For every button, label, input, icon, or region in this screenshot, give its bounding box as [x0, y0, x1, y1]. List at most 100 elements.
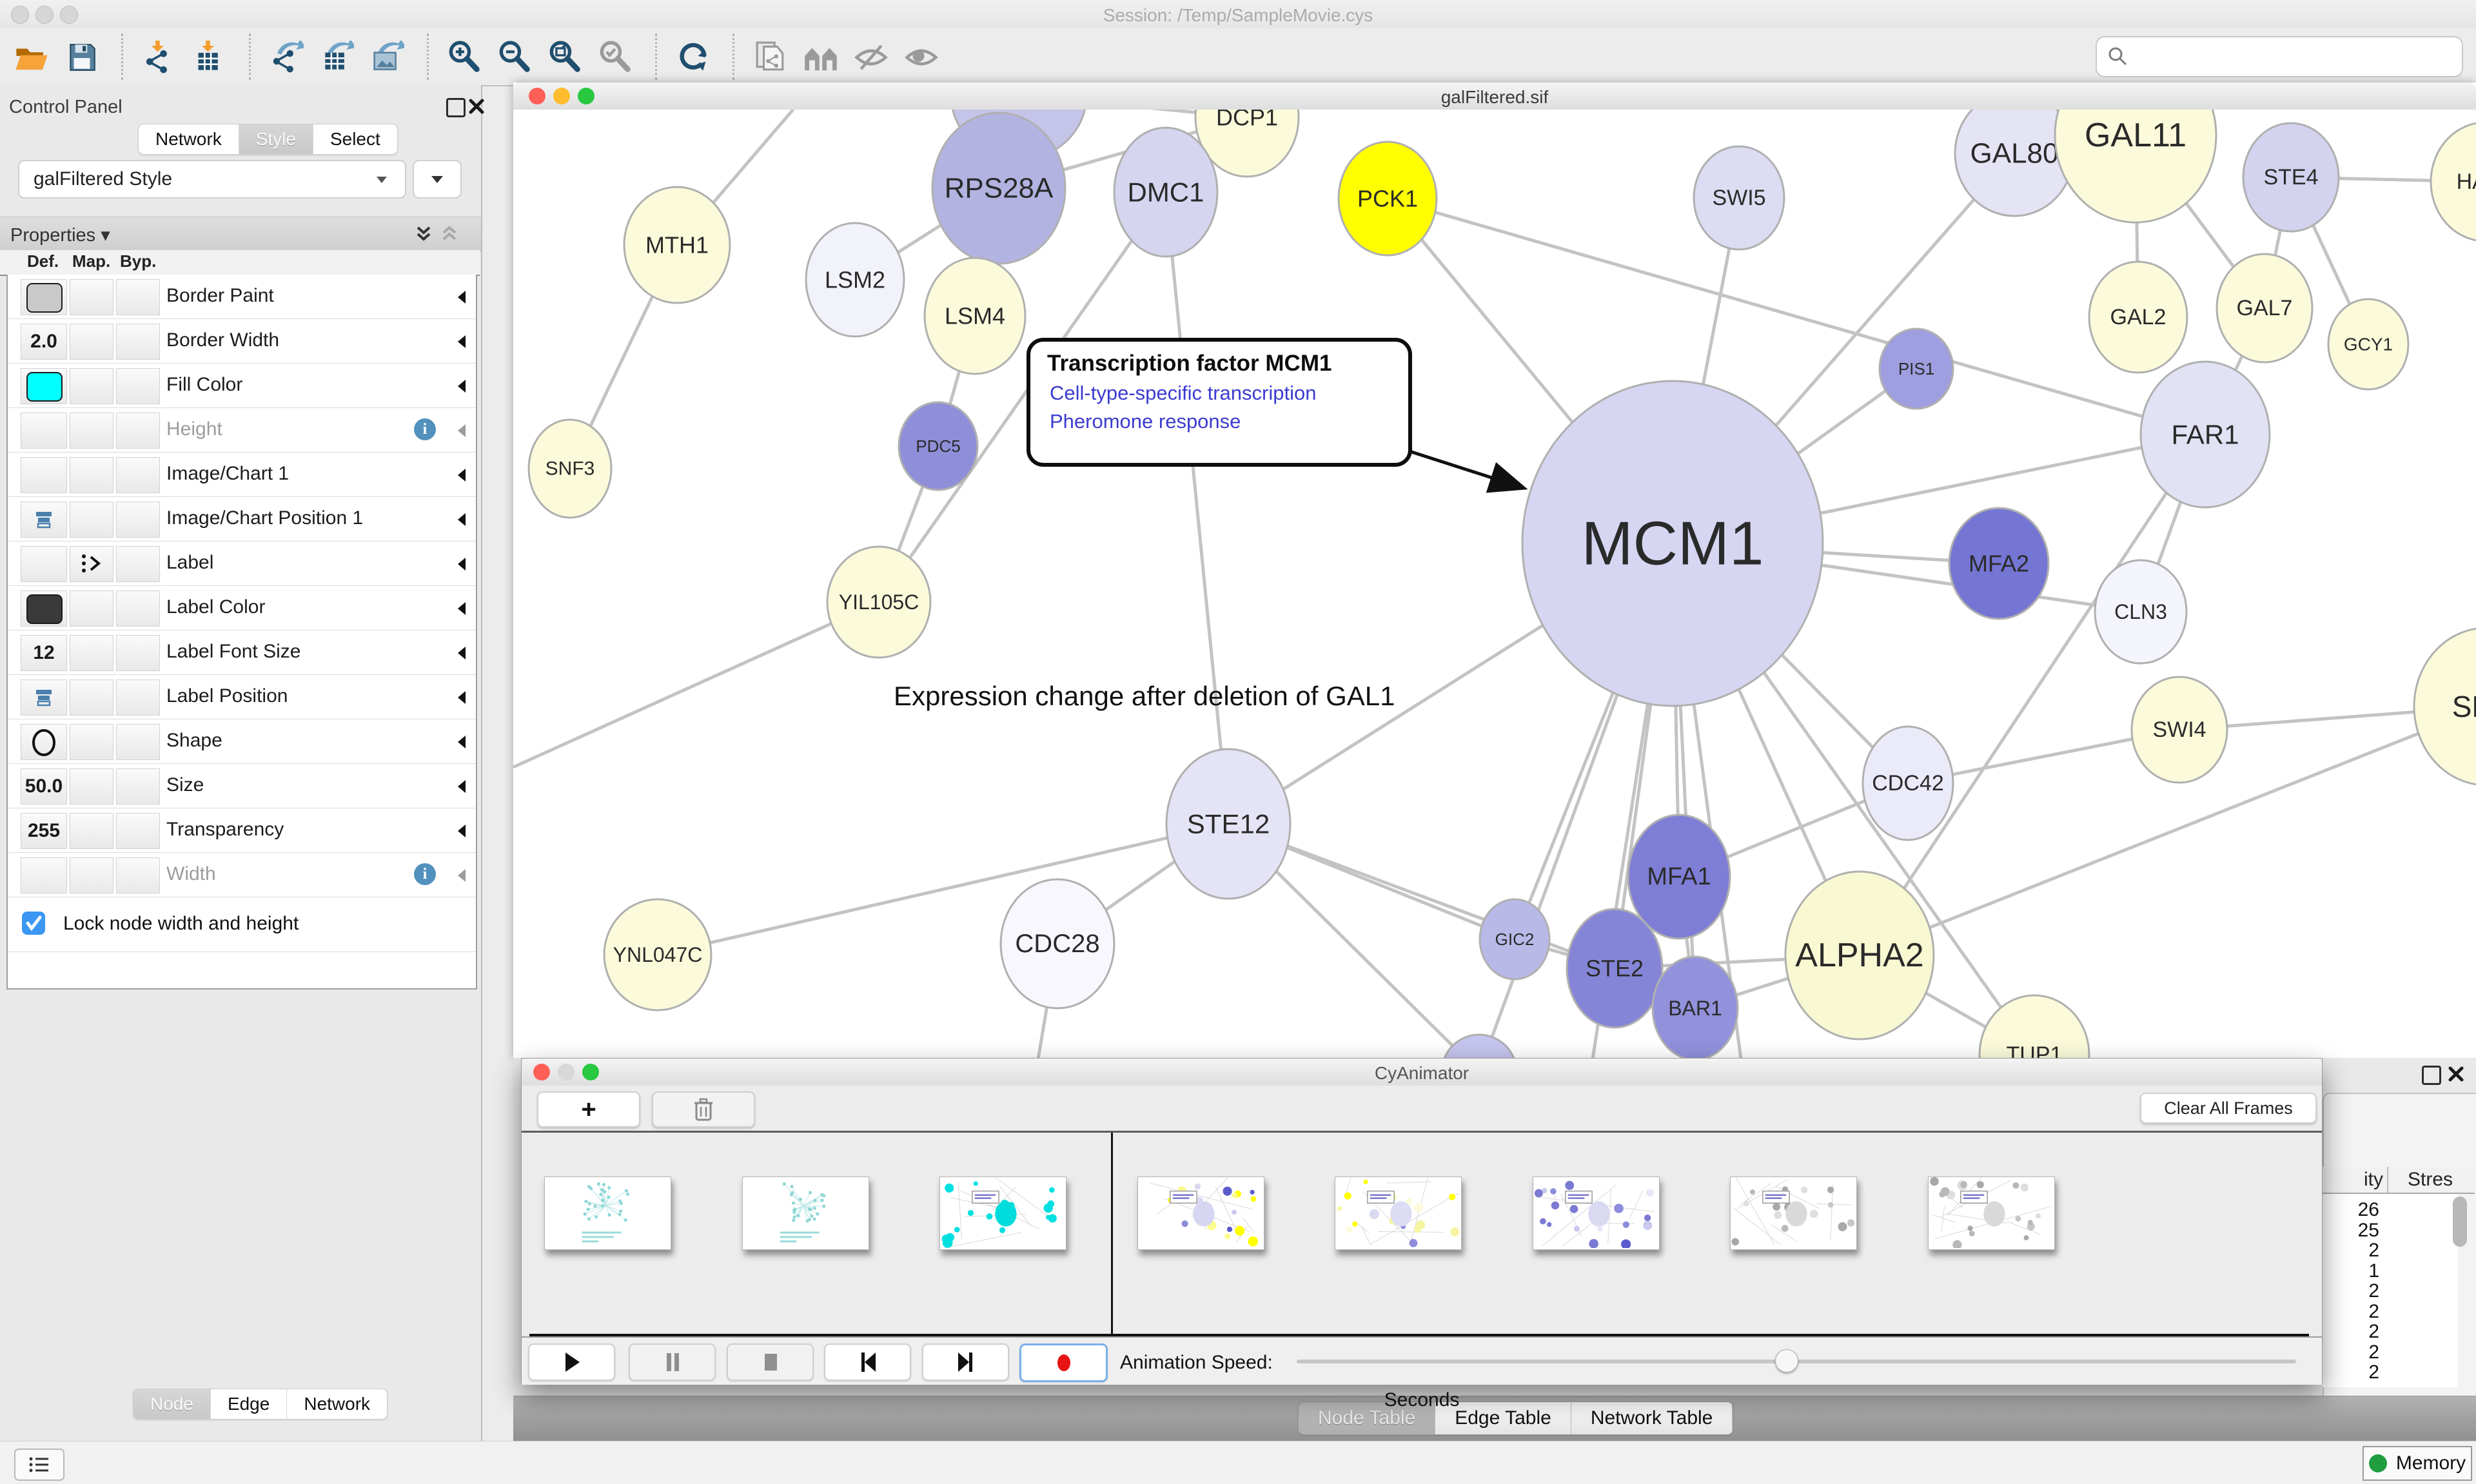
timeline-frame-3[interactable]: [939, 1176, 1066, 1250]
table-cell[interactable]: 2: [2368, 1362, 2379, 1383]
import-network-button[interactable]: [139, 37, 179, 77]
tab-network[interactable]: Network: [139, 124, 239, 154]
network-edge[interactable]: [513, 602, 879, 767]
timeline-frame-1[interactable]: [544, 1176, 671, 1250]
tab-select[interactable]: Select: [313, 124, 397, 154]
open-session-button[interactable]: [12, 37, 52, 77]
property-row-label-position[interactable]: Label Position: [8, 675, 476, 719]
export-table-button[interactable]: [317, 37, 357, 77]
network-snapshot-button[interactable]: [751, 37, 791, 77]
timeline-frame-5[interactable]: [1335, 1176, 1462, 1250]
table-cell[interactable]: 1: [2368, 1260, 2379, 1282]
style-selector-dropdown[interactable]: galFiltered Style: [18, 160, 406, 199]
network-node-snf3[interactable]: SNF3: [529, 420, 611, 518]
expand-arrow-icon[interactable]: [457, 290, 467, 304]
info-icon[interactable]: i: [414, 418, 436, 440]
property-row-border-paint[interactable]: Border Paint: [8, 275, 476, 319]
network-node-far1[interactable]: FAR1: [2141, 362, 2270, 507]
property-row-shape[interactable]: Shape: [8, 719, 476, 764]
table-cell[interactable]: 2: [2368, 1342, 2379, 1363]
network-node-gal2[interactable]: GAL2: [2089, 262, 2187, 373]
expand-arrow-icon[interactable]: [457, 824, 467, 838]
property-row-label-font-size[interactable]: 12Label Font Size: [8, 630, 476, 675]
table-cell[interactable]: 2: [2368, 1321, 2379, 1343]
property-row-border-width[interactable]: 2.0Border Width: [8, 319, 476, 364]
network-node-alpha2[interactable]: ALPHA2: [1785, 872, 1934, 1039]
mapping-cell[interactable]: [70, 857, 113, 893]
network-node-rps28a[interactable]: RPS28A: [932, 113, 1065, 264]
property-row-size[interactable]: 50.0Size: [8, 764, 476, 808]
bypass-cell[interactable]: [116, 591, 160, 627]
timeline-frame-2[interactable]: [742, 1176, 869, 1250]
record-button[interactable]: [1019, 1343, 1108, 1382]
zoom-in-button[interactable]: [445, 37, 485, 77]
default-value-cell[interactable]: [21, 502, 67, 538]
mapping-cell[interactable]: [70, 813, 113, 849]
network-node-unlabeled[interactable]: [1442, 1035, 1517, 1058]
default-value-cell[interactable]: [21, 591, 67, 627]
default-value-cell[interactable]: [21, 279, 67, 315]
network-node-mth1[interactable]: MTH1: [624, 187, 730, 303]
expand-arrow-icon[interactable]: [457, 868, 467, 883]
property-row-transparency[interactable]: 255Transparency: [8, 808, 476, 853]
table-scrollbar-thumb[interactable]: [2453, 1196, 2467, 1247]
stop-button[interactable]: [727, 1343, 814, 1381]
refresh-button[interactable]: [673, 37, 713, 77]
close-panel-icon[interactable]: [2448, 1066, 2464, 1082]
bypass-cell[interactable]: [116, 857, 160, 893]
property-row-image-chart-position-1[interactable]: Image/Chart Position 1: [8, 497, 476, 542]
annotation-link[interactable]: Cell-type-specific transcription: [1050, 382, 1316, 405]
network-node-cln3[interactable]: CLN3: [2095, 560, 2186, 663]
expand-arrow-icon[interactable]: [457, 335, 467, 349]
network-node-gal7[interactable]: GAL7: [2217, 254, 2312, 362]
close-panel-icon[interactable]: [468, 98, 485, 115]
memory-button[interactable]: Memory: [2363, 1446, 2472, 1481]
timeline-frame-6[interactable]: [1533, 1176, 1660, 1250]
table-column-ity[interactable]: ity: [2364, 1169, 2383, 1191]
play-button[interactable]: [528, 1343, 615, 1381]
annotation-link[interactable]: Pheromone response: [1050, 410, 1241, 433]
default-value-cell[interactable]: [21, 413, 67, 449]
mapping-cell[interactable]: [70, 635, 113, 671]
color-swatch[interactable]: [26, 594, 63, 624]
mapping-cell[interactable]: [70, 679, 113, 716]
add-frame-button[interactable]: +: [537, 1091, 640, 1128]
task-history-button[interactable]: [14, 1449, 64, 1481]
table-cell[interactable]: 25: [2358, 1220, 2379, 1242]
collapse-all-icon[interactable]: [440, 225, 459, 244]
mapping-cell[interactable]: [70, 502, 113, 538]
import-table-button[interactable]: [190, 37, 230, 77]
go-to-start-button[interactable]: [824, 1343, 911, 1381]
delete-frame-button[interactable]: [652, 1091, 755, 1128]
property-row-label-color[interactable]: Label Color: [8, 586, 476, 630]
node-table-body[interactable]: 26252122222: [2323, 1194, 2458, 1387]
timeline[interactable]: 0123456789 Seconds: [522, 1133, 2322, 1336]
network-canvas[interactable]: RPS28BDCP1RPS28ADMC1PCK1SWI5GAL80GAL11ST…: [513, 110, 2476, 1058]
style-options-button[interactable]: [413, 160, 462, 199]
tab-node[interactable]: Node: [133, 1389, 211, 1419]
expand-arrow-icon[interactable]: [457, 779, 467, 794]
network-node-swi4[interactable]: SWI4: [2132, 677, 2227, 783]
network-node-cdc28[interactable]: CDC28: [1001, 879, 1114, 1008]
property-row-label[interactable]: Label: [8, 542, 476, 586]
timeline-frame-4[interactable]: [1137, 1176, 1264, 1250]
mapping-cell[interactable]: [70, 546, 113, 582]
bypass-cell[interactable]: [116, 413, 160, 449]
speed-slider-handle[interactable]: [1775, 1349, 1798, 1372]
network-edge[interactable]: [1166, 192, 1228, 824]
mapping-cell[interactable]: [70, 368, 113, 404]
default-value-cell[interactable]: [21, 546, 67, 582]
mapping-cell[interactable]: [70, 413, 113, 449]
network-node-swi5[interactable]: SWI5: [1694, 146, 1784, 249]
bypass-cell[interactable]: [116, 546, 160, 582]
expand-arrow-icon[interactable]: [457, 690, 467, 705]
network-node-gcy1[interactable]: GCY1: [2328, 299, 2408, 389]
network-node-hap2[interactable]: HAP2: [2431, 122, 2476, 241]
timeline-frame-7[interactable]: [1730, 1176, 1857, 1250]
network-node-pis1[interactable]: PIS1: [1880, 329, 1953, 409]
default-value-cell[interactable]: 255: [21, 813, 67, 849]
network-node-dmc1[interactable]: DMC1: [1114, 128, 1217, 257]
expand-arrow-icon[interactable]: [457, 601, 467, 616]
expand-all-icon[interactable]: [414, 225, 433, 244]
property-row-height[interactable]: Heighti: [8, 408, 476, 453]
